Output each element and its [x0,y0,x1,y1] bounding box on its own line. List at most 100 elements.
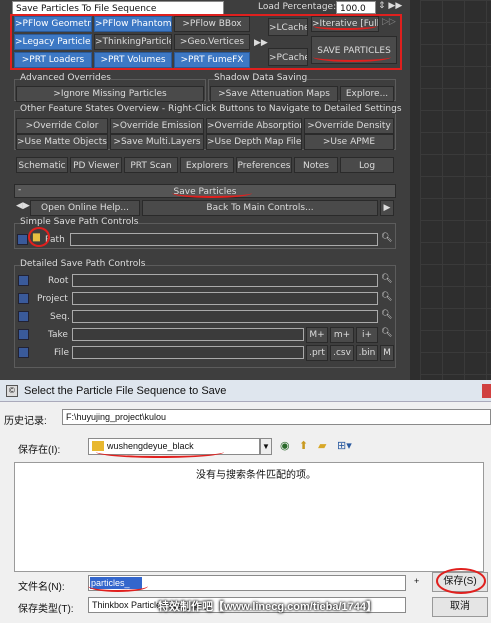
seq-field[interactable] [72,310,378,323]
ignore-missing-button[interactable]: >Ignore Missing Particles [16,86,204,102]
dialog-close-button[interactable] [482,384,491,398]
open-online-help-button[interactable]: Open Online Help... [30,200,140,216]
csv-ext-button[interactable]: .csv [330,345,354,361]
root-icon[interactable] [18,275,29,286]
tab-explorers[interactable]: Explorers [180,157,234,173]
tab-schematic[interactable]: Schematic [16,157,68,173]
override-color-button[interactable]: >Override Color [16,118,108,134]
project-field[interactable] [72,292,378,305]
root-label: Root [48,276,69,286]
path-field[interactable] [70,233,378,246]
folder-circle [28,227,50,247]
project-icon[interactable] [18,293,29,304]
filename-add-icon[interactable]: + [414,576,419,586]
save-button-circle [436,568,486,594]
save-attenuation-button[interactable]: >Save Attenuation Maps [210,86,338,102]
pcache-button[interactable]: >PCache [268,48,308,66]
use-apme-button[interactable]: >Use APME [304,134,394,150]
save-dialog: © Select the Particle File Sequence to S… [0,380,491,623]
root-field[interactable] [72,274,378,287]
help-arrows-icon[interactable]: ◀▶ [16,201,30,211]
legacy-particles-button[interactable]: >Legacy Particles [14,34,92,50]
history-field[interactable]: F:\huyujing_project\kulou [62,409,491,425]
seq-search-icon[interactable]: 🔍︎ [381,310,392,320]
file-field[interactable] [72,346,304,359]
save-in-dropdown-arrow-icon[interactable]: ▼ [260,438,272,455]
use-depth-map-button[interactable]: >Use Depth Map Files [206,134,302,150]
prt-fumefx-button[interactable]: >PRT FumeFX [174,52,250,68]
load-percentage-spinner[interactable]: 100.0 [336,1,376,14]
filename-underline [88,580,148,592]
expand-arrow-icon[interactable]: ▶▶ [254,38,268,48]
bin-ext-button[interactable]: .bin [356,345,378,361]
advanced-overrides-title: Advanced Overrides [20,73,111,83]
iterative-underline [313,22,377,30]
detailed-path-title: Detailed Save Path Controls [20,259,146,269]
use-matte-objects-button[interactable]: >Use Matte Objects [16,134,108,150]
lcache-button[interactable]: >LCache [268,18,308,36]
explore-button[interactable]: Explore... [340,86,394,102]
back-nav-icon[interactable]: ◉ [280,439,290,452]
tab-notes[interactable]: Notes [294,157,338,173]
cancel-button[interactable]: 取消 [432,597,488,617]
dialog-app-icon: © [6,385,18,397]
iterative-arrows-icon[interactable]: ▷▷ [382,17,396,27]
override-absorption-button[interactable]: >Override Absorption [206,118,302,134]
path-search-icon[interactable]: 🔍︎ [381,233,392,243]
shadow-data-title: Shadow Data Saving [214,73,308,83]
seq-icon[interactable] [18,311,29,322]
krakatoa-panel: Save Particles To File Sequence Load Per… [0,0,410,380]
empty-list-message: 没有与搜索条件匹配的项。 [196,470,316,481]
new-folder-icon[interactable]: ▰ [318,439,326,452]
spinner-arrows-icon[interactable]: ⇕ ▶▶ [378,1,402,11]
view-menu-icon[interactable]: ⊞▾ [337,439,352,452]
back-to-main-button[interactable]: Back To Main Controls... [142,200,378,216]
m-button[interactable]: M [380,345,394,361]
take-field[interactable] [72,328,304,341]
prt-loaders-button[interactable]: >PRT Loaders [14,52,92,68]
file-icon[interactable] [18,347,29,358]
project-label: Project [37,294,68,304]
folder-underline [96,446,224,458]
i-plus-button[interactable]: i+ [356,327,378,343]
save-particles-title-underline [172,188,252,198]
tab-prt-scan[interactable]: PRT Scan [124,157,178,173]
save-particles-underline [313,52,391,62]
prt-ext-button[interactable]: .prt [306,345,328,361]
tab-pd-viewer[interactable]: PD Viewer [70,157,122,173]
override-emission-button[interactable]: >Override Emission [110,118,204,134]
prt-volumes-button[interactable]: >PRT Volumes [94,52,172,68]
override-density-button[interactable]: >Override Density [304,118,394,134]
project-search-icon[interactable]: 🔍︎ [381,292,392,302]
history-label: 历史记录: [4,416,47,427]
m-plus-button[interactable]: M+ [306,327,328,343]
seq-label: Seq. [50,312,70,322]
dialog-title: Select the Particle File Sequence to Sav… [24,385,227,397]
tab-preferences[interactable]: Preferences [236,157,292,173]
save-in-label: 保存在(I): [18,445,61,456]
forward-arrow-icon[interactable]: ▶ [380,200,394,216]
up-folder-icon[interactable]: ⬆ [299,439,308,452]
save-multi-layers-button[interactable]: >Save Multi.Layers [110,134,204,150]
pflow-geometry-button[interactable]: >PFlow Geometry [14,16,92,32]
take-icon[interactable] [18,329,29,340]
rollout-collapse-icon[interactable]: - [18,185,21,195]
take-label: Take [48,330,68,340]
viewport-grid [420,0,491,380]
root-search-icon[interactable]: 🔍︎ [381,274,392,284]
thinking-particles-button[interactable]: >ThinkingParticles [94,34,172,50]
load-percentage-label: Load Percentage: [258,2,337,12]
geo-vertices-button[interactable]: >Geo.Vertices [174,34,250,50]
pflow-bbox-button[interactable]: >PFlow BBox [174,16,250,32]
path-list-icon[interactable] [17,234,28,245]
pflow-phantom-button[interactable]: >PFlow Phantom [94,16,172,32]
take-search-icon[interactable]: 🔍︎ [381,328,392,338]
filetype-label: 保存类型(T): [18,604,74,615]
file-label: File [54,348,70,358]
simple-path-title: Simple Save Path Controls [20,217,139,227]
tab-log[interactable]: Log [340,157,394,173]
mode-dropdown[interactable]: Save Particles To File Sequence [12,1,224,15]
m-minus-button[interactable]: m+ [330,327,354,343]
feature-states-title: Other Feature States Overview - Right-Cl… [20,104,402,114]
filename-label: 文件名(N): [18,582,65,593]
